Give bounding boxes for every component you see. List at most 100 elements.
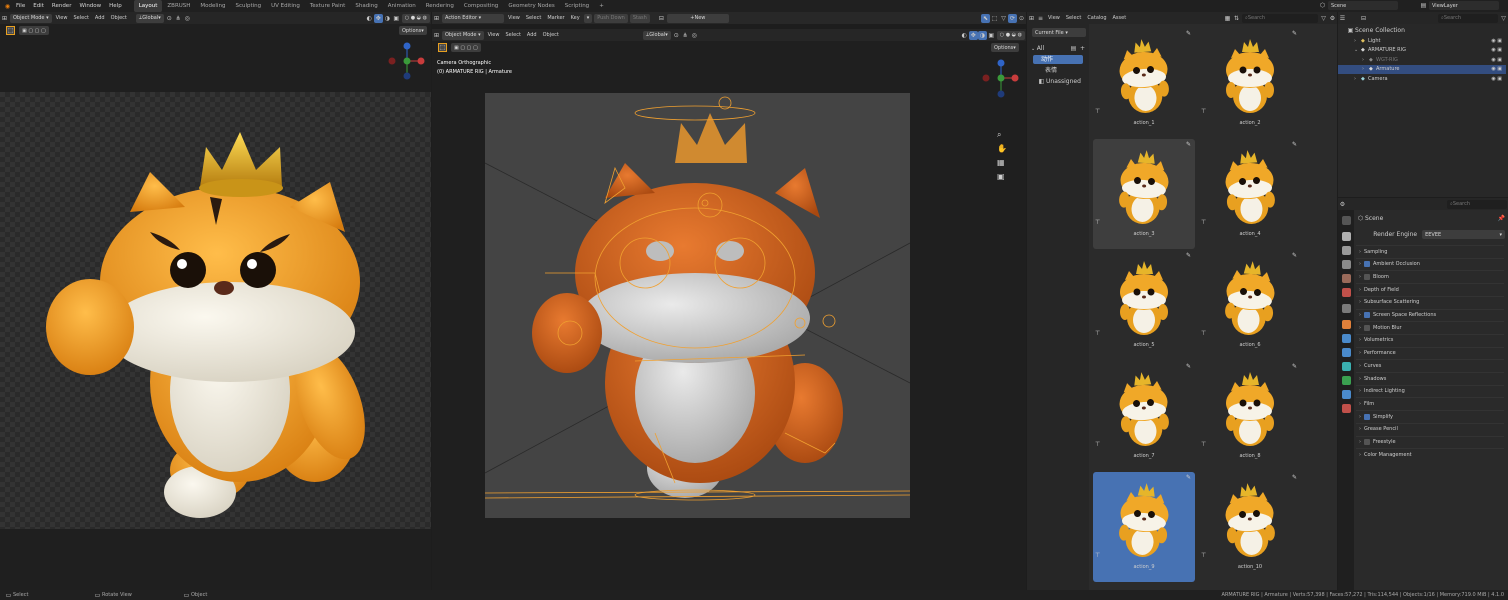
menu-object[interactable]: Object	[108, 15, 130, 21]
center-viewport[interactable]: ⊞ Object Mode ▾ View Select Add Object ⟂…	[432, 29, 1026, 590]
filter-icon[interactable]: ▽	[1319, 14, 1328, 23]
panel-chevron-icon[interactable]: ›	[1356, 261, 1364, 267]
menu-marker[interactable]: Marker	[544, 15, 567, 21]
panel-sampling[interactable]: › Sampling	[1356, 245, 1504, 257]
panel-chevron-icon[interactable]: ›	[1356, 363, 1364, 369]
menu-catalog[interactable]: Catalog	[1084, 15, 1109, 21]
texture-tab-icon[interactable]	[1342, 404, 1351, 413]
expand-chevron-icon[interactable]: ›	[1354, 76, 1361, 82]
asset-card-action_6[interactable]: action_6 ✎ ⊤	[1199, 250, 1301, 360]
panel-simplify[interactable]: › Simplify	[1356, 410, 1504, 422]
snap-icon[interactable]: ⋔	[174, 14, 183, 23]
asset-edit-icon[interactable]: ✎	[1292, 252, 1297, 259]
stash-button[interactable]: Stash	[629, 13, 650, 23]
panel-depth-of-field[interactable]: › Depth of Field	[1356, 283, 1504, 295]
editor-type-icon[interactable]: ⊞	[432, 31, 441, 40]
world-tab-icon[interactable]	[1342, 288, 1351, 297]
asset-edit-icon[interactable]: ✎	[1186, 363, 1191, 370]
panel-enable-checkbox[interactable]	[1364, 273, 1370, 280]
asset-edit-icon[interactable]: ✎	[1186, 252, 1191, 259]
only-selected-icon[interactable]: ⬚	[990, 14, 999, 23]
tab-compositing[interactable]: Compositing	[459, 0, 503, 12]
menu-object[interactable]: Object	[540, 32, 562, 38]
catalog-item-unassigned[interactable]: ◧ Unassigned	[1037, 77, 1087, 86]
asset-edit-icon[interactable]: ✎	[1186, 141, 1191, 148]
tab-modeling[interactable]: Modeling	[195, 0, 230, 12]
panel-chevron-icon[interactable]: ›	[1356, 249, 1364, 255]
asset-card-action_9[interactable]: action_9 ✎ ⊤	[1093, 472, 1195, 582]
new-action-button[interactable]: + New	[666, 13, 729, 23]
panel-chevron-icon[interactable]: ›	[1356, 376, 1364, 382]
catalog-all[interactable]: ⌄ All ▤ +	[1031, 44, 1087, 53]
tab-geometry-nodes[interactable]: Geometry Nodes	[503, 0, 559, 12]
selection-mode-buttons[interactable]: ▣ ▢ ▢ ▢	[19, 26, 49, 35]
tab-scripting[interactable]: Scripting	[560, 0, 594, 12]
library-selector[interactable]: Current File ▾	[1032, 28, 1086, 37]
panel-ambient-occlusion[interactable]: › Ambient Occlusion	[1356, 257, 1504, 270]
asset-card-action_1[interactable]: action_1 ✎ ⊤	[1093, 28, 1195, 138]
outliner-item-armature-rig[interactable]: ⌄ ◆ ARMATURE RIG ◉ ▣	[1338, 46, 1506, 55]
tab-texture-paint[interactable]: Texture Paint	[305, 0, 351, 12]
editor-type-icon[interactable]: ☰	[1338, 14, 1347, 23]
visibility-icon[interactable]: ◐	[365, 14, 374, 23]
panel-motion-blur[interactable]: › Motion Blur	[1356, 321, 1504, 333]
panel-chevron-icon[interactable]: ›	[1356, 388, 1364, 394]
display-mode-icon[interactable]: ⊟	[1359, 14, 1368, 23]
mode-selector[interactable]: Object Mode ▾	[442, 30, 484, 40]
visibility-toggle-icon[interactable]: ◉ ▣	[1491, 47, 1502, 53]
asset-edit-icon[interactable]: ✎	[1186, 30, 1191, 37]
menu-window[interactable]: Window	[75, 0, 105, 12]
menu-select[interactable]: Select	[502, 32, 523, 38]
key-type-selector[interactable]: ▾	[583, 13, 593, 23]
gizmo-icon[interactable]: ✥	[968, 30, 978, 40]
panel-chevron-icon[interactable]: ›	[1356, 452, 1364, 458]
panel-color-management[interactable]: › Color Management	[1356, 448, 1504, 460]
panel-chevron-icon[interactable]: ›	[1356, 414, 1364, 420]
panel-chevron-icon[interactable]: ›	[1356, 287, 1364, 293]
editor-type-icon[interactable]: ⊞	[0, 14, 9, 23]
panel-enable-checkbox[interactable]	[1364, 413, 1370, 420]
xray-icon[interactable]: ▣	[987, 31, 996, 40]
asset-edit-icon[interactable]: ✎	[1292, 363, 1297, 370]
outliner-item-light[interactable]: › ◆ Light ◉ ▣	[1338, 36, 1506, 45]
catalog-item-动作[interactable]: 动作	[1033, 55, 1083, 64]
panel-chevron-icon[interactable]: ›	[1356, 274, 1364, 280]
panel-chevron-icon[interactable]: ›	[1356, 337, 1364, 343]
options-button[interactable]: Options ▾	[991, 43, 1019, 52]
gizmo-icon[interactable]: ✥	[373, 13, 383, 23]
tab-layout[interactable]: Layout	[133, 0, 163, 12]
menu-add[interactable]: Add	[524, 32, 540, 38]
scene-tab-icon[interactable]	[1342, 274, 1351, 283]
tab-rendering[interactable]: Rendering	[421, 0, 459, 12]
panel-volumetrics[interactable]: › Volumetrics	[1356, 333, 1504, 346]
asset-card-action_5[interactable]: action_5 ✎ ⊤	[1093, 250, 1195, 360]
tab-uv-editing[interactable]: UV Editing	[266, 0, 305, 12]
tab-shading[interactable]: Shading	[350, 0, 382, 12]
editor-type-icon[interactable]: ⊞	[432, 14, 441, 23]
shading-modes[interactable]: ○ ● ◒ ◍	[996, 30, 1025, 40]
collection-tab-icon[interactable]	[1342, 304, 1351, 313]
asset-card-action_4[interactable]: action_4 ✎ ⊤	[1199, 139, 1301, 249]
tool-tab-icon[interactable]	[1342, 216, 1351, 225]
view-layer-tab-icon[interactable]	[1342, 260, 1351, 269]
menu-key[interactable]: Key	[568, 15, 583, 21]
panel-freestyle[interactable]: › Freestyle	[1356, 435, 1504, 448]
orientation-selector[interactable]: ⟂ Global ▾	[642, 30, 671, 40]
visibility-toggle-icon[interactable]: ◉ ▣	[1491, 76, 1502, 82]
menu-view[interactable]: View	[505, 15, 523, 21]
snapping-icon[interactable]: ⟳	[1008, 13, 1017, 23]
panel-shadows[interactable]: › Shadows	[1356, 372, 1504, 384]
viewlayer-selector[interactable]: ViewLayer	[1429, 1, 1499, 10]
select-tool-icon[interactable]: ⬚	[438, 43, 447, 52]
panel-chevron-icon[interactable]: ›	[1356, 312, 1364, 318]
expand-chevron-icon[interactable]: ⌄	[1354, 47, 1361, 53]
output-tab-icon[interactable]	[1342, 246, 1351, 255]
catalog-item-表情[interactable]: 表情	[1033, 66, 1083, 75]
panel-enable-checkbox[interactable]	[1364, 324, 1370, 331]
menu-asset[interactable]: Asset	[1110, 15, 1130, 21]
pivot-icon[interactable]: ⊙	[672, 31, 681, 40]
object-tab-icon[interactable]	[1342, 320, 1351, 329]
menu-select[interactable]: Select	[70, 15, 91, 21]
menu-select[interactable]: Select	[1063, 15, 1084, 21]
physics-tab-icon[interactable]	[1342, 362, 1351, 371]
